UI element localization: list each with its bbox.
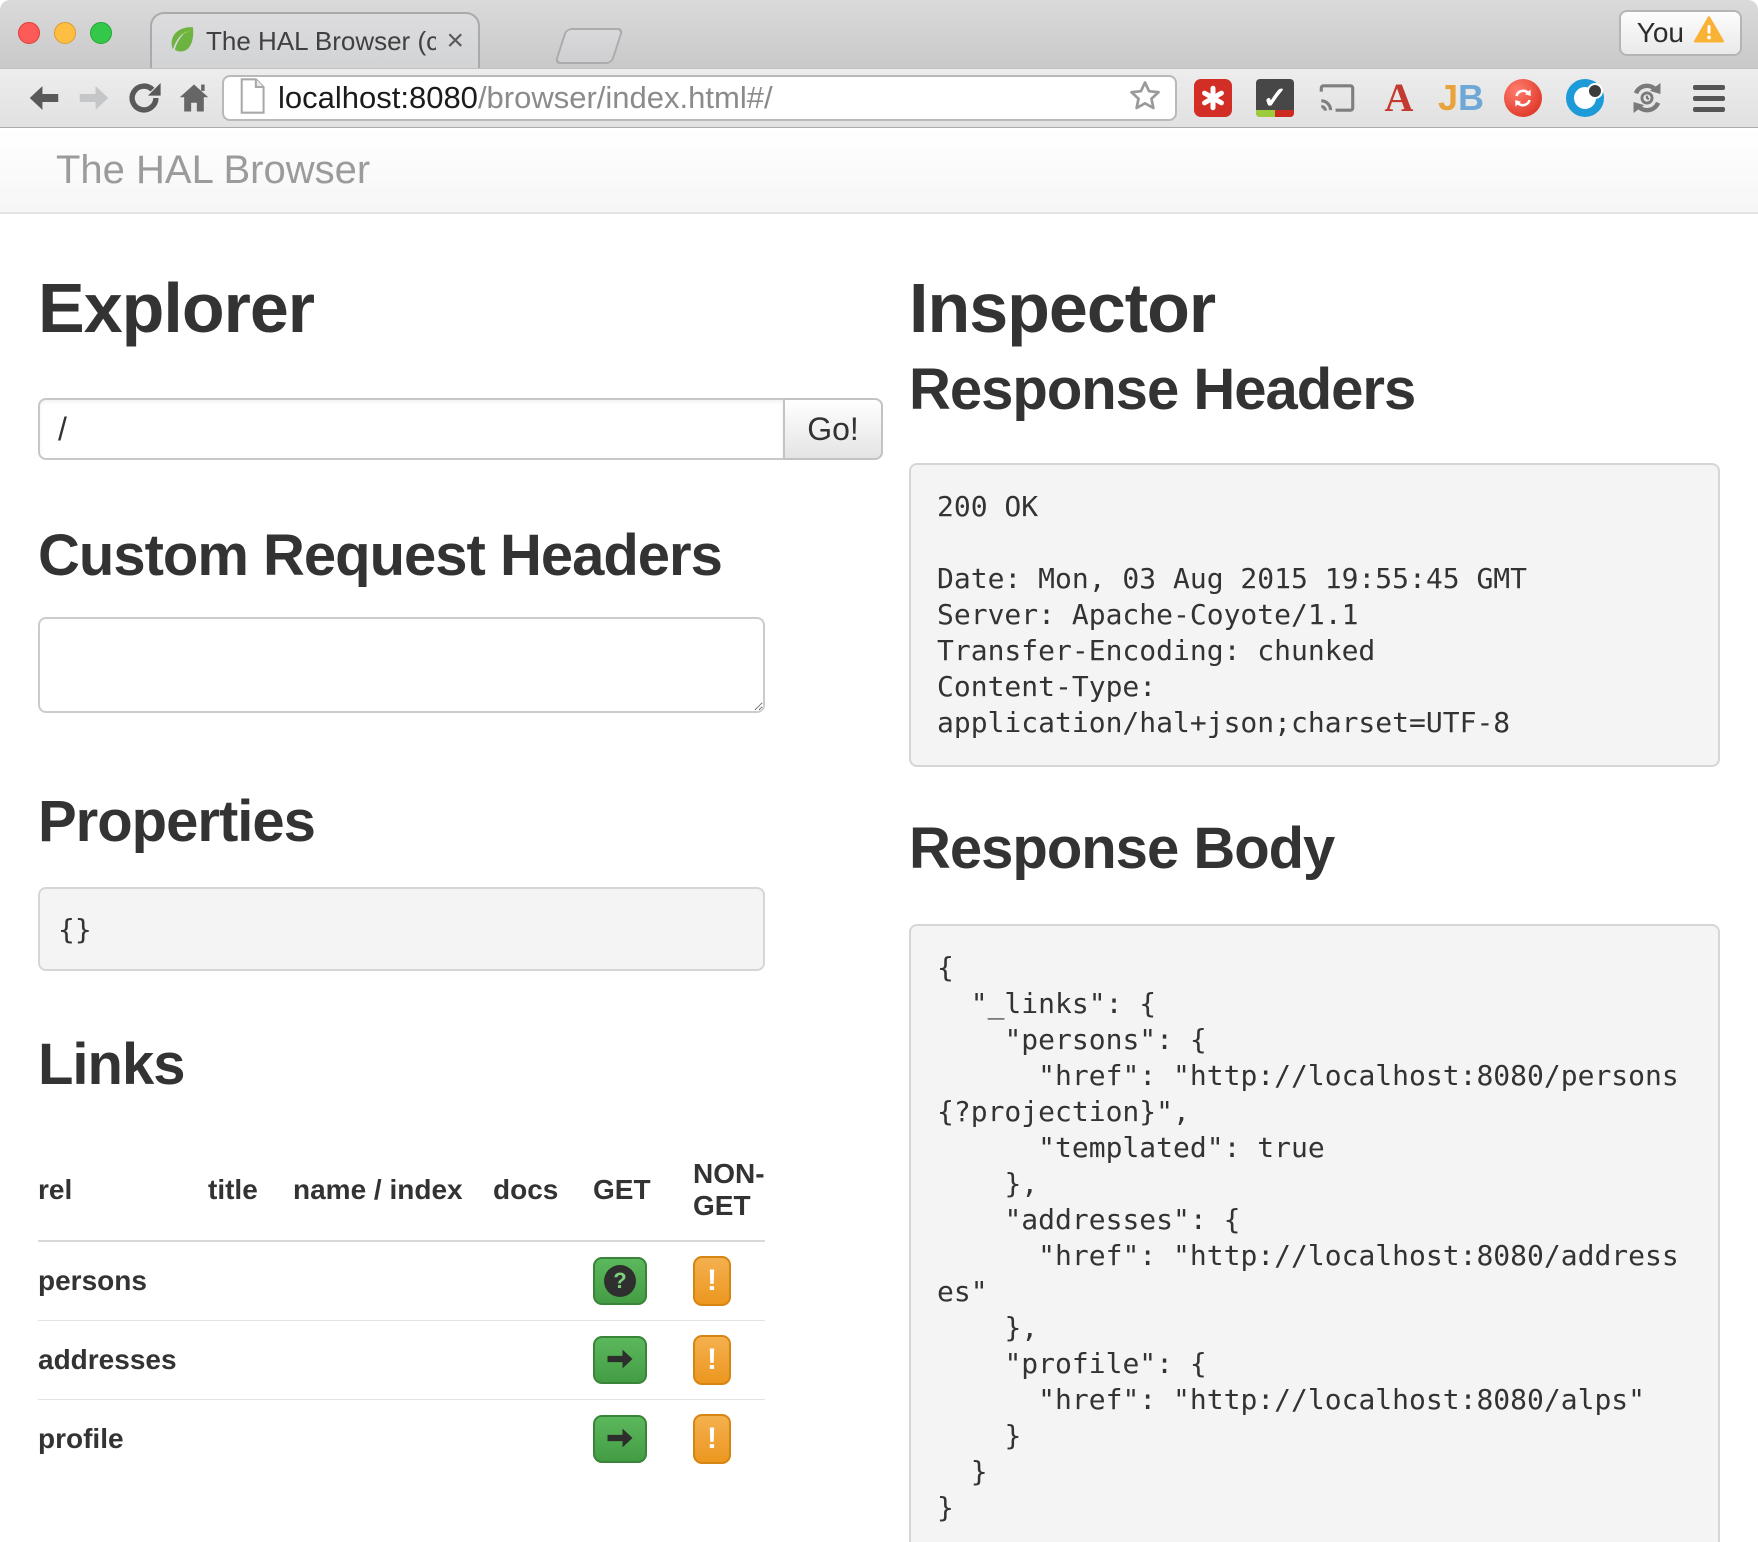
link-row-addresses: addresses ! bbox=[38, 1321, 765, 1400]
bookmark-star-icon[interactable] bbox=[1127, 78, 1163, 119]
col-docs: docs bbox=[493, 1144, 593, 1241]
col-non-get: NON-GET bbox=[693, 1144, 765, 1241]
col-title: title bbox=[208, 1144, 293, 1241]
explorer-panel: Explorer Go! Custom Request Headers Prop… bbox=[38, 214, 883, 1542]
properties-heading: Properties bbox=[38, 788, 883, 855]
address-bar[interactable]: localhost:8080/browser/index.html#/ bbox=[222, 75, 1177, 121]
jb-extension-icon[interactable]: JB bbox=[1441, 78, 1481, 118]
explorer-heading: Explorer bbox=[38, 268, 883, 348]
profile-you-button[interactable]: You bbox=[1619, 10, 1742, 56]
navbar-brand[interactable]: The HAL Browser bbox=[56, 148, 370, 193]
page-navbar: The HAL Browser bbox=[0, 128, 1758, 214]
reload-button[interactable] bbox=[122, 76, 166, 120]
lastpass-extension-icon[interactable] bbox=[1193, 78, 1233, 118]
response-headers-heading: Response Headers bbox=[909, 356, 1720, 423]
response-body-heading: Response Body bbox=[909, 815, 1720, 882]
response-body-content: { "_links": { "persons": { "href": "http… bbox=[937, 950, 1692, 1526]
profile-name: You bbox=[1637, 17, 1684, 49]
non-get-button[interactable]: ! bbox=[693, 1414, 731, 1464]
right-arrow-icon bbox=[605, 1346, 635, 1375]
tab-strip: The HAL Browser (customiz × You bbox=[0, 0, 1758, 68]
history-sync-extension-icon[interactable] bbox=[1627, 78, 1667, 118]
right-arrow-icon bbox=[605, 1425, 635, 1454]
browser-tab[interactable]: The HAL Browser (customiz × bbox=[150, 12, 480, 68]
link-row-persons: persons ? ! bbox=[38, 1241, 765, 1321]
tab-close-icon[interactable]: × bbox=[446, 26, 464, 56]
url-text[interactable]: localhost:8080/browser/index.html#/ bbox=[278, 80, 1117, 116]
close-window-button[interactable] bbox=[18, 22, 40, 44]
link-rel: persons bbox=[38, 1241, 208, 1321]
sync-red-extension-icon[interactable] bbox=[1503, 78, 1543, 118]
blue-circle-extension-icon[interactable] bbox=[1565, 78, 1605, 118]
question-mark-icon: ? bbox=[604, 1265, 636, 1297]
custom-headers-textarea[interactable] bbox=[38, 617, 765, 713]
non-get-button[interactable]: ! bbox=[693, 1335, 731, 1385]
browser-chrome: The HAL Browser (customiz × You bbox=[0, 0, 1758, 128]
page-document-icon bbox=[236, 78, 268, 119]
new-tab-button[interactable] bbox=[554, 28, 624, 64]
chrome-menu-icon[interactable] bbox=[1693, 85, 1725, 112]
links-heading: Links bbox=[38, 1031, 883, 1098]
col-rel: rel bbox=[38, 1144, 208, 1241]
link-row-profile: profile ! bbox=[38, 1400, 765, 1479]
explorer-address-group: Go! bbox=[38, 398, 883, 460]
traffic-lights bbox=[18, 22, 112, 44]
get-button[interactable] bbox=[593, 1336, 647, 1384]
forward-button[interactable] bbox=[72, 76, 116, 120]
extension-icons: ✓ A JB bbox=[1193, 78, 1725, 118]
url-host: localhost:8080 bbox=[278, 80, 478, 115]
links-table: rel title name / index docs GET NON-GET … bbox=[38, 1144, 765, 1478]
inspector-panel: Inspector Response Headers 200 OK Date: … bbox=[909, 214, 1720, 1542]
a-extension-icon[interactable]: A bbox=[1379, 78, 1419, 118]
response-body-panel: { "_links": { "persons": { "href": "http… bbox=[909, 924, 1720, 1542]
explorer-address-input[interactable] bbox=[38, 398, 783, 460]
warning-triangle-icon bbox=[1694, 16, 1724, 51]
minimize-window-button[interactable] bbox=[54, 22, 76, 44]
links-header-row: rel title name / index docs GET NON-GET bbox=[38, 1144, 765, 1241]
custom-request-headers-heading: Custom Request Headers bbox=[38, 522, 883, 589]
get-button[interactable] bbox=[593, 1415, 647, 1463]
chromecast-extension-icon[interactable] bbox=[1317, 78, 1357, 118]
col-get: GET bbox=[593, 1144, 693, 1241]
checkmark-extension-icon[interactable]: ✓ bbox=[1255, 78, 1295, 118]
non-get-button[interactable]: ! bbox=[693, 1256, 731, 1306]
inspector-heading: Inspector bbox=[909, 268, 1720, 348]
get-templated-button[interactable]: ? bbox=[593, 1257, 647, 1305]
link-rel: addresses bbox=[38, 1321, 208, 1400]
home-button[interactable] bbox=[172, 76, 216, 120]
response-headers-content: 200 OK Date: Mon, 03 Aug 2015 19:55:45 G… bbox=[909, 463, 1720, 767]
page-content: Explorer Go! Custom Request Headers Prop… bbox=[0, 214, 1758, 1542]
link-rel: profile bbox=[38, 1400, 208, 1479]
browser-toolbar: localhost:8080/browser/index.html#/ ✓ bbox=[0, 68, 1758, 128]
tab-title: The HAL Browser (customiz bbox=[206, 26, 436, 57]
properties-value: {} bbox=[38, 887, 765, 971]
back-button[interactable] bbox=[22, 76, 66, 120]
col-name-index: name / index bbox=[293, 1144, 493, 1241]
zoom-window-button[interactable] bbox=[90, 22, 112, 44]
spring-leaf-favicon-icon bbox=[166, 24, 196, 59]
go-button[interactable]: Go! bbox=[783, 398, 883, 460]
url-path: /browser/index.html#/ bbox=[478, 80, 773, 115]
